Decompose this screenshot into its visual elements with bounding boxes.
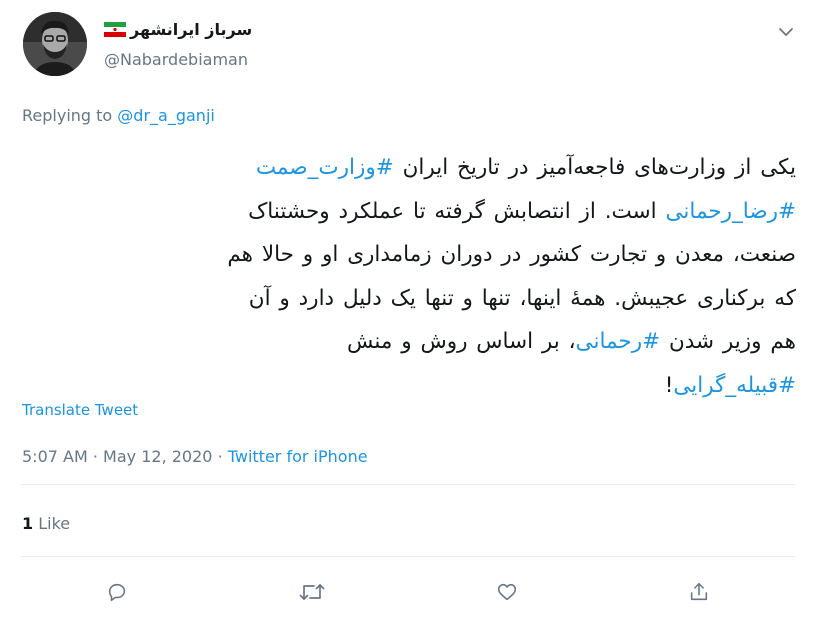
reply-mention-link[interactable]: @dr_a_ganji [117,106,215,125]
meta-separator: · [217,447,223,466]
share-icon[interactable] [684,577,714,607]
hashtag-link[interactable]: #وزارت_صمت [256,155,394,180]
tweet-text-segment: که برکناری عجیبش. همهٔ اینها، تنها و تنه… [248,285,796,311]
author-handle[interactable]: @Nabardebiaman [104,50,248,69]
divider [20,556,796,557]
likes-count[interactable]: 1 Like [22,514,70,533]
retweet-icon[interactable] [297,577,327,607]
reply-icon[interactable] [102,577,132,607]
tweet-source-link[interactable]: Twitter for iPhone [228,447,368,466]
hashtag-link[interactable]: #رحمانی [576,329,661,354]
replying-prefix: Replying to [22,106,113,125]
divider [20,484,796,485]
chevron-down-icon[interactable] [774,20,798,44]
tweet-line: صنعت، معدن و تجارت کشور در دوران زمامدار… [20,233,796,277]
hashtag-link[interactable]: #قبیله_گرایی [673,373,796,398]
author-display-name[interactable]: سرباز ایرانشهر [130,20,252,39]
translate-tweet-link[interactable]: Translate Tweet [22,401,138,419]
likes-number: 1 [22,514,34,533]
hashtag-link[interactable]: #رضا_رحمانی [665,199,796,224]
replying-to: Replying to @dr_a_ganji [22,106,215,125]
tweet-text-segment: صنعت، معدن و تجارت کشور در دوران زمامدار… [227,242,796,267]
tweet-text-segment: ، بر اساس روش و منش [346,329,576,354]
tweet-text-segment: است. از انتصابش گرفته تا عملکرد وحشتناک [248,198,657,224]
tweet-date[interactable]: May 12, 2020 [103,447,212,466]
iran-flag-icon [104,22,126,37]
heart-icon[interactable] [492,577,522,607]
avatar[interactable] [23,12,87,76]
tweet-line: هم وزیر شدن #رحمانی، بر اساس روش و منش [20,320,796,364]
likes-label: Like [38,514,71,533]
tweet-time[interactable]: 5:07 AM [22,447,88,466]
author-name-row[interactable]: سرباز ایرانشهر [104,20,252,39]
tweet-meta: 5:07 AM · May 12, 2020 · Twitter for iPh… [22,447,368,466]
tweet-text: یکی از وزارت‌های فاجعه‌آمیز در تاریخ ایر… [20,146,796,407]
meta-separator: · [92,447,98,466]
tweet-line: که برکناری عجیبش. همهٔ اینها، تنها و تنه… [20,277,796,321]
tweet-text-segment: یکی از وزارت‌های فاجعه‌آمیز در تاریخ ایر… [402,155,796,180]
tweet-text-segment: هم وزیر شدن [668,329,796,354]
tweet-line: #رضا_رحمانی است. از انتصابش گرفته تا عمل… [20,190,796,234]
tweet-line: یکی از وزارت‌های فاجعه‌آمیز در تاریخ ایر… [20,146,796,190]
